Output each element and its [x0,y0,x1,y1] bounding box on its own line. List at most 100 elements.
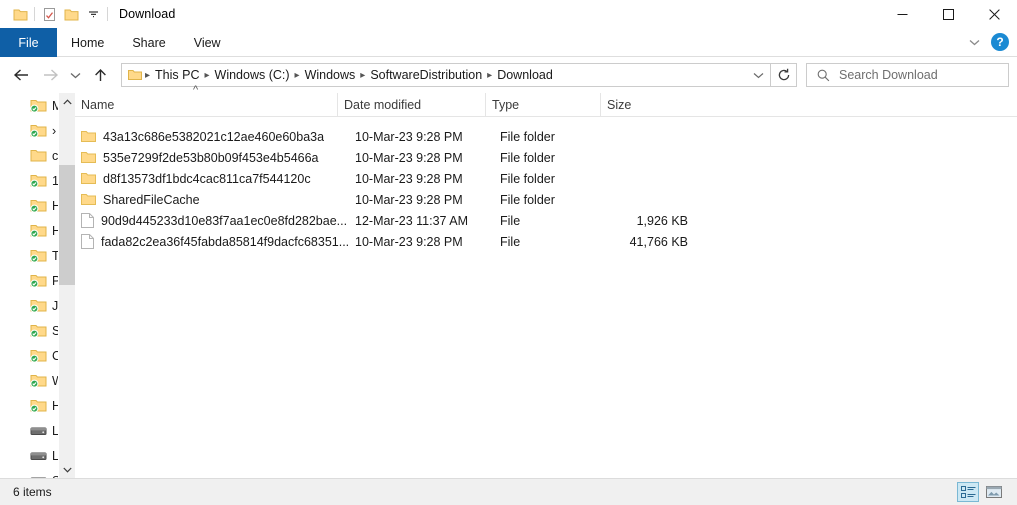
refresh-button[interactable] [771,63,797,87]
tab-file[interactable]: File [0,28,57,57]
scrollbar-thumb[interactable] [59,165,76,285]
nav-item-15[interactable]: S [0,468,58,478]
folder-icon [30,148,47,163]
file-name-text: 90d9d445233d10e83f7aa1ec0e8fd282bae... [101,213,348,228]
nav-item-8[interactable]: J [0,293,58,318]
nav-item-6[interactable]: T [0,243,58,268]
nav-item-12[interactable]: H [0,393,58,418]
folder-icon [81,130,96,143]
large-icons-view-button[interactable] [983,482,1005,502]
maximize-button[interactable] [925,0,971,28]
nav-item-1[interactable]: › [0,118,58,143]
table-row[interactable]: 535e7299f2de53b80b09f453e4b5466a 10-Mar-… [75,147,1017,168]
folder-icon[interactable] [9,3,31,25]
search-box[interactable]: Search Download [806,63,1009,87]
nav-item-10[interactable]: C [0,343,58,368]
column-header-type[interactable]: Type [485,93,600,117]
breadcrumb-separator: ▸ [145,69,151,81]
up-button[interactable] [87,62,113,88]
date-modified-cell: 10-Mar-23 9:28 PM [355,234,463,249]
file-name-cell[interactable]: d8f13573df1bdc4cac811ca7f544120c [81,172,311,186]
chevron-down-icon[interactable] [748,72,768,79]
nav-item-7[interactable]: P [0,268,58,293]
file-name-cell[interactable]: SharedFileCache [81,193,200,207]
nav-item-4[interactable]: H [0,193,58,218]
close-button[interactable] [971,0,1017,28]
nav-item-9[interactable]: S [0,318,58,343]
back-button[interactable] [8,62,34,88]
table-row[interactable]: 43a13c686e5382021c12ae460e60ba3a 10-Mar-… [75,126,1017,147]
ribbon-tab-bar: File Home Share View ? [0,28,1017,57]
details-view-button[interactable] [957,482,979,502]
nav-item-14[interactable]: L [0,443,58,468]
forward-button[interactable] [37,62,63,88]
nav-item-3[interactable]: 1 [0,168,58,193]
new-folder-icon[interactable] [60,3,82,25]
file-name-cell[interactable]: 43a13c686e5382021c12ae460e60ba3a [81,130,324,144]
folder-synced-icon [30,98,47,113]
title-bar: Download [0,0,1017,28]
breadcrumb-softwaredistribution[interactable]: SoftwareDistribution [366,64,486,86]
breadcrumb-windows[interactable]: Windows [301,64,360,86]
folder-synced-icon [30,373,47,388]
nav-item-2[interactable]: c [0,143,58,168]
navigation-pane-scrollbar[interactable] [58,93,76,478]
breadcrumb-windows-c[interactable]: Windows (C:) [211,64,294,86]
column-headers: ^ Name Date modified Type Size [75,84,1017,117]
date-modified-cell: 12-Mar-23 11:37 AM [355,213,469,228]
file-name-text: d8f13573df1bdc4cac811ca7f544120c [103,171,311,186]
column-header-size[interactable]: Size [600,93,693,117]
help-icon[interactable]: ? [991,33,1009,51]
file-icon [81,213,94,228]
nav-item-11[interactable]: W [0,368,58,393]
tab-share[interactable]: Share [118,28,179,57]
breadcrumb-this-pc[interactable]: This PC [151,64,203,86]
type-cell: File folder [500,171,555,186]
file-name-text: 535e7299f2de53b80b09f453e4b5466a [103,150,319,165]
table-row[interactable]: d8f13573df1bdc4cac811ca7f544120c 10-Mar-… [75,168,1017,189]
ribbon-right-controls: ? [963,28,1017,56]
file-name-cell[interactable]: 90d9d445233d10e83f7aa1ec0e8fd282bae... [81,213,347,228]
navigation-pane: M › c 1 H H T P J S C W H L L [0,93,58,478]
search-input[interactable]: Search Download [839,68,938,82]
nav-item-5[interactable]: H [0,218,58,243]
properties-icon[interactable] [38,3,60,25]
folder-synced-icon [30,248,47,263]
recent-locations-button[interactable] [66,62,84,88]
folder-synced-icon [30,323,47,338]
window-title: Download [119,7,176,21]
scrollbar-track[interactable] [59,110,76,461]
table-row[interactable]: SharedFileCache 10-Mar-23 9:28 PM File f… [75,189,1017,210]
chevron-down-icon[interactable] [82,3,104,25]
folder-icon [81,151,96,164]
file-name-text: SharedFileCache [103,192,200,207]
folder-synced-icon [30,198,47,213]
file-name-text: 43a13c686e5382021c12ae460e60ba3a [103,129,325,144]
minimize-button[interactable] [879,0,925,28]
tab-view[interactable]: View [180,28,235,57]
file-list-view: ^ Name Date modified Type Size 43a13c686… [75,84,1017,478]
file-name-cell[interactable]: fada82c2ea36f45fabda85814f9dacfc68351... [81,234,349,249]
window-controls [879,0,1017,28]
folder-synced-icon [30,273,47,288]
nav-item-13[interactable]: L [0,418,58,443]
file-rows: 43a13c686e5382021c12ae460e60ba3a 10-Mar-… [75,117,1017,252]
file-name-cell[interactable]: 535e7299f2de53b80b09f453e4b5466a [81,151,319,165]
tab-home[interactable]: Home [57,28,118,57]
column-header-name[interactable]: ^ Name [75,84,337,117]
scroll-down-icon[interactable] [59,461,76,478]
address-input[interactable]: ▸ This PC ▸ Windows (C:) ▸ Windows ▸ Sof… [121,63,771,87]
date-modified-cell: 10-Mar-23 9:28 PM [355,129,463,144]
column-header-date-modified[interactable]: Date modified [337,93,485,117]
scroll-up-icon[interactable] [59,93,76,110]
view-toggle-group [957,482,1017,502]
table-row[interactable]: fada82c2ea36f45fabda85814f9dacfc68351...… [75,231,1017,252]
table-row[interactable]: 90d9d445233d10e83f7aa1ec0e8fd282bae... 1… [75,210,1017,231]
folder-icon [81,193,96,206]
item-count-label: 6 items [13,485,52,499]
chevron-down-icon[interactable] [963,31,985,53]
date-modified-cell: 10-Mar-23 9:28 PM [355,192,463,207]
nav-item-0[interactable]: M [0,93,58,118]
breadcrumb-separator: ▸ [360,69,366,81]
breadcrumb-download[interactable]: Download [493,64,557,86]
